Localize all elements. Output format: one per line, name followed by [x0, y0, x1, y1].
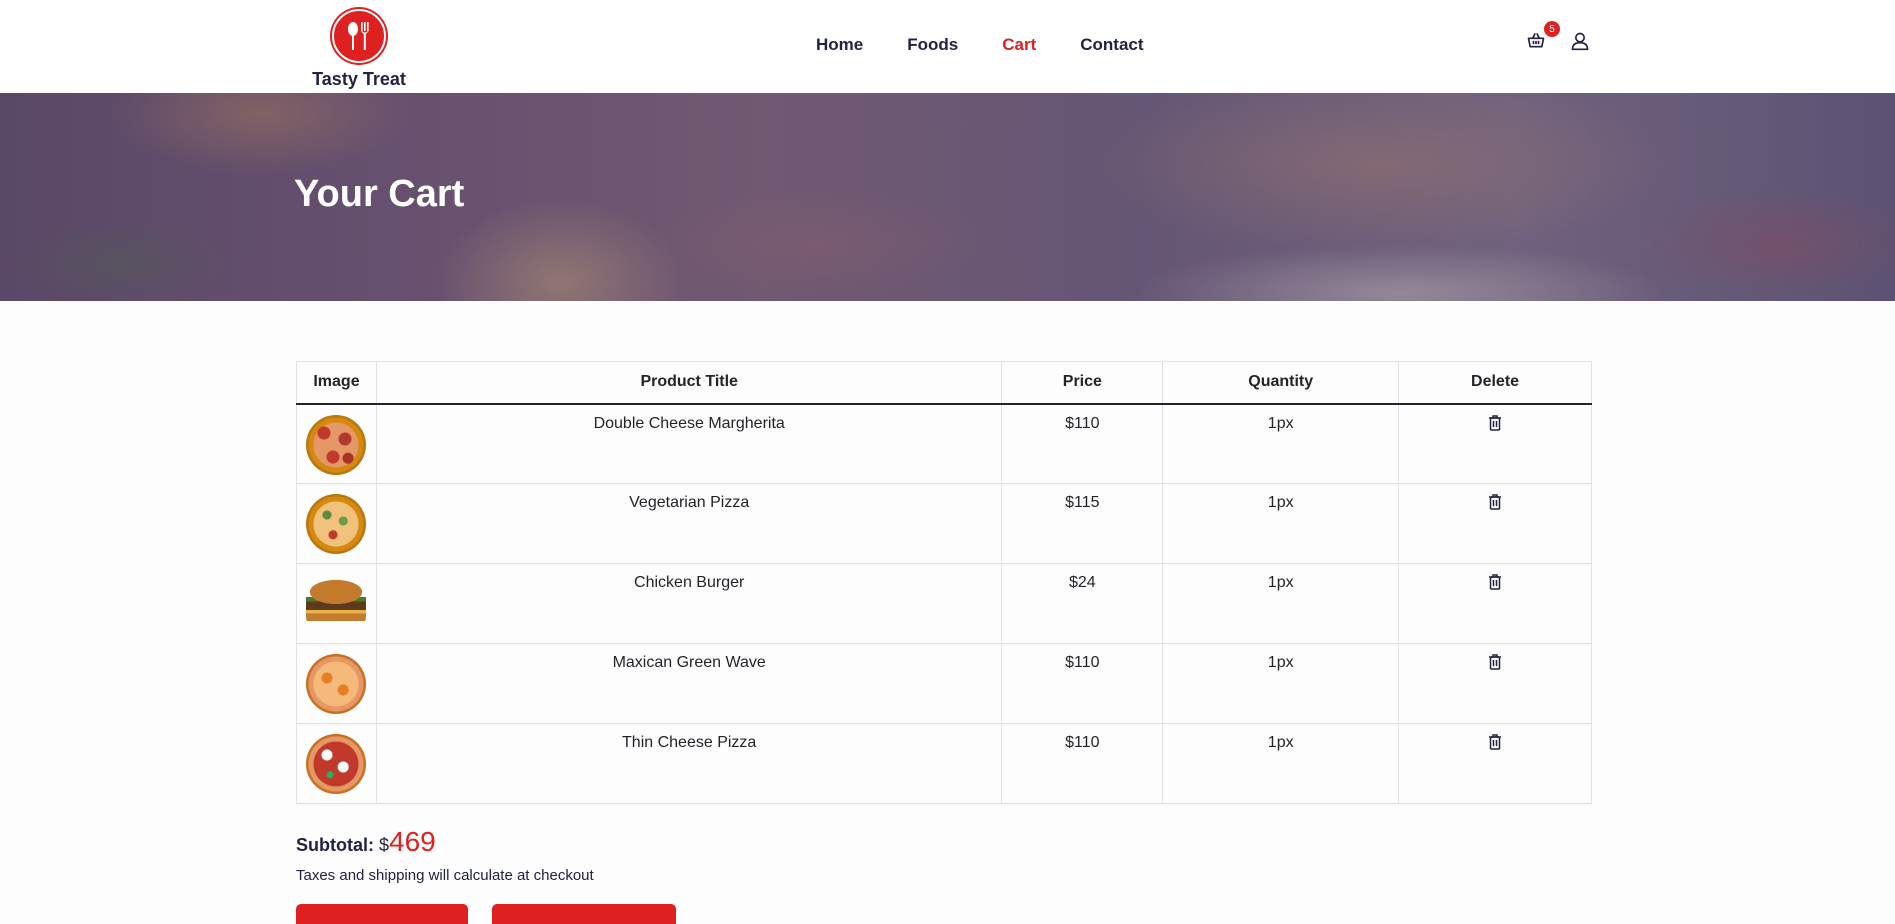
- continue-shopping-button[interactable]: [296, 904, 468, 924]
- shopping-basket-icon[interactable]: 5: [1526, 21, 1560, 52]
- cart-count-badge: 5: [1544, 21, 1560, 37]
- product-quantity: 1px: [1162, 723, 1400, 804]
- nav-cart[interactable]: Cart: [1002, 35, 1036, 55]
- product-image-cell: [296, 723, 377, 804]
- main-nav: Home Foods Cart Contact: [816, 35, 1188, 55]
- pizza-image: [306, 734, 367, 794]
- product-title: Vegetarian Pizza: [375, 483, 1003, 564]
- tax-note: Taxes and shipping will calculate at che…: [296, 867, 594, 884]
- header-price: Price: [1001, 361, 1164, 405]
- subtotal-currency: $: [379, 835, 390, 855]
- product-title: Double Cheese Margherita: [375, 403, 1003, 484]
- delete-cell: [1398, 643, 1592, 724]
- subtotal-label: Subtotal:: [296, 835, 374, 855]
- user-icon[interactable]: [1570, 30, 1592, 52]
- subtotal: Subtotal: $469: [296, 826, 436, 858]
- product-image-cell: [296, 643, 377, 724]
- table-row: Maxican Green Wave $110 1px: [296, 643, 1592, 724]
- header-product-title: Product Title: [375, 361, 1003, 405]
- logo[interactable]: Tasty Treat: [312, 9, 406, 90]
- hero-banner: Your Cart: [0, 93, 1895, 301]
- product-price: $110: [1001, 723, 1164, 804]
- delete-cell: [1398, 563, 1592, 644]
- trash-icon[interactable]: [1487, 734, 1503, 750]
- product-price: $110: [1001, 643, 1164, 724]
- table-row: Thin Cheese Pizza $110 1px: [296, 723, 1592, 804]
- product-quantity: 1px: [1162, 643, 1400, 724]
- product-quantity: 1px: [1162, 403, 1400, 484]
- trash-icon[interactable]: [1487, 414, 1503, 431]
- subtotal-amount: 469: [389, 826, 436, 857]
- product-price: $24: [1001, 563, 1164, 644]
- product-image-cell: [296, 563, 377, 644]
- trash-icon[interactable]: [1487, 574, 1503, 590]
- table-row: Double Cheese Margherita $110 1px: [296, 403, 1592, 484]
- header-image: Image: [296, 361, 377, 405]
- trash-icon[interactable]: [1487, 494, 1503, 510]
- nav-contact[interactable]: Contact: [1080, 35, 1143, 55]
- delete-cell: [1398, 723, 1592, 804]
- product-image-cell: [296, 483, 377, 564]
- header-quantity: Quantity: [1162, 361, 1400, 405]
- pizza-image: [306, 414, 367, 475]
- table-row: Vegetarian Pizza $115 1px: [296, 483, 1592, 564]
- table-row: Chicken Burger $24 1px: [296, 563, 1592, 644]
- product-quantity: 1px: [1162, 563, 1400, 644]
- nav-home[interactable]: Home: [816, 35, 863, 55]
- product-title: Thin Cheese Pizza: [375, 723, 1003, 804]
- nav-foods[interactable]: Foods: [907, 35, 958, 55]
- product-price: $115: [1001, 483, 1164, 564]
- cart-table: Image Product Title Price Quantity Delet…: [296, 361, 1592, 804]
- product-quantity: 1px: [1162, 483, 1400, 564]
- product-title: Maxican Green Wave: [375, 643, 1003, 724]
- spoon-fork-icon: [332, 9, 386, 63]
- page-title: Your Cart: [294, 173, 465, 215]
- delete-cell: [1398, 483, 1592, 564]
- pizza-image: [306, 494, 367, 554]
- delete-cell: [1398, 403, 1592, 484]
- product-price: $110: [1001, 403, 1164, 484]
- product-title: Chicken Burger: [375, 563, 1003, 644]
- trash-icon[interactable]: [1487, 654, 1503, 670]
- checkout-button[interactable]: [492, 904, 676, 924]
- header-delete: Delete: [1398, 361, 1592, 405]
- table-header-row: Image Product Title Price Quantity Delet…: [296, 361, 1592, 405]
- burger-image: [306, 574, 367, 634]
- pizza-image: [306, 654, 367, 714]
- brand-name: Tasty Treat: [312, 69, 406, 89]
- site-header: Tasty Treat Home Foods Cart Contact 5: [0, 0, 1895, 93]
- header-icons: 5: [1526, 21, 1592, 52]
- product-image-cell: [296, 403, 377, 484]
